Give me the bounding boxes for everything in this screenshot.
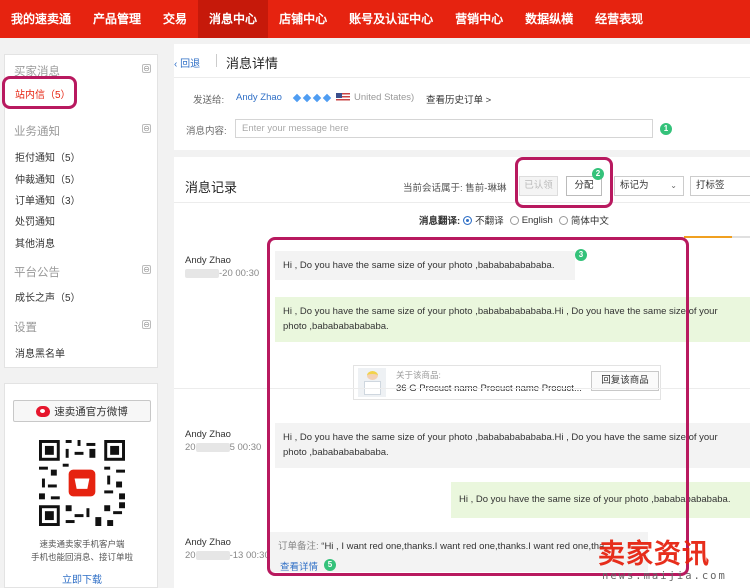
tag-label: 打标签: [696, 180, 725, 191]
records-title: 消息记录: [185, 180, 238, 195]
nav-product-management[interactable]: 产品管理: [82, 0, 152, 38]
mobile-app-panel: 速卖通官方微博 速卖通卖家手机客户端 手机也能回消息、接订单啦 立即下载: [4, 383, 158, 588]
breadcrumb-divider: [216, 54, 217, 67]
weibo-button[interactable]: 速卖通官方微博: [13, 400, 151, 422]
buyer-name-link[interactable]: Andy Zhao: [236, 92, 282, 103]
watermark-url: news.maijia.com: [602, 570, 727, 582]
nav-trade[interactable]: 交易: [152, 0, 198, 38]
message-time-prefix: 20: [185, 442, 196, 453]
message-time: 20 5 00:30: [185, 442, 261, 453]
divider: [174, 202, 750, 203]
sidebar-item-penalty[interactable]: 处罚通知: [15, 213, 55, 228]
app-caption-line2: 手机也能回消息、接订单啦: [30, 552, 133, 562]
chevron-down-icon: ⌄: [670, 181, 677, 190]
collapse-icon[interactable]: ⊖: [142, 265, 151, 274]
nav-performance[interactable]: 经营表现: [584, 0, 654, 38]
sidebar: 买家消息 ⊖ 站内信（5） 业务通知 ⊖ 拒付通知（5） 仲裁通知（5） 订单通…: [2, 54, 158, 368]
radio-no-translate[interactable]: [463, 215, 473, 225]
annotation-badge-1: 1: [660, 123, 672, 135]
message-time: 20 -13 00:30: [185, 550, 270, 561]
sidebar-item-arbitration[interactable]: 仲裁通知（5）: [15, 171, 81, 186]
sidebar-item-growth[interactable]: 成长之声（5）: [15, 289, 81, 304]
mark-as-select[interactable]: 标记为 ⌄: [614, 176, 684, 196]
back-link[interactable]: ‹ 回退: [174, 55, 200, 70]
message-content-label: 消息内容:: [186, 126, 227, 137]
watermark-logo: 卖家资讯 news.maijia.com: [590, 532, 750, 588]
buyer-level-diamond-icons: [292, 93, 332, 104]
translate-options: 消息翻译: 不翻译 English 简体中文: [419, 213, 609, 228]
weibo-button-label: 速卖通官方微博: [54, 405, 128, 418]
collapse-icon[interactable]: ⊖: [142, 320, 151, 329]
message-time-prefix: 20: [185, 550, 196, 561]
highlight-ring-conversation: [267, 237, 689, 576]
sidebar-group-announcements[interactable]: 平台公告: [14, 264, 60, 280]
nav-message-center[interactable]: 消息中心: [198, 0, 269, 38]
sidebar-item-blacklist[interactable]: 消息黑名单: [15, 345, 65, 360]
scroll-progress: [684, 236, 750, 238]
sidebar-item-order-notice[interactable]: 订单通知（3）: [15, 192, 81, 207]
highlight-ring-inbox: [2, 76, 77, 109]
message-time-text: -13 00:30: [229, 550, 270, 561]
message-time-text: -20 00:30: [219, 268, 260, 279]
collapse-icon[interactable]: ⊖: [142, 64, 151, 73]
message-detail-panel: ‹ 回退 消息详情 发送给: Andy Zhao United States) …: [174, 44, 750, 150]
nav-store-center[interactable]: 店铺中心: [268, 0, 338, 38]
message-time-text: 5 00:30: [229, 442, 262, 453]
send-to-label: 发送给:: [193, 95, 225, 106]
watermark-text: 卖家资讯: [598, 539, 710, 570]
us-flag-icon: [336, 92, 350, 103]
message-sender: Andy Zhao: [185, 429, 231, 440]
download-link[interactable]: 立即下载: [5, 571, 159, 586]
message-sender: Andy Zhao: [185, 537, 231, 548]
highlight-ring-assign: [515, 157, 613, 208]
nav-my-aliexpress[interactable]: 我的速卖通: [0, 0, 82, 38]
app-caption-line1: 速卖通卖家手机客户端: [39, 539, 125, 549]
message-time: -20 00:30: [185, 268, 259, 279]
divider: [174, 77, 750, 78]
radio-chinese[interactable]: [558, 215, 568, 225]
tag-select[interactable]: 打标签: [690, 176, 750, 196]
qr-code-icon: [39, 440, 125, 526]
sidebar-item-other[interactable]: 其他消息: [15, 235, 55, 250]
buyer-country: United States): [354, 92, 415, 103]
annotation-badge-2: 2: [592, 168, 604, 180]
weibo-icon: [36, 405, 51, 417]
translate-label: 消息翻译:: [419, 216, 461, 227]
order-history-link[interactable]: 查看历史订单 >: [426, 92, 491, 106]
nav-data-analytics[interactable]: 数据纵横: [514, 0, 584, 38]
sidebar-item-chargeback[interactable]: 拒付通知（5）: [15, 149, 81, 164]
nav-account-certification[interactable]: 账号及认证中心: [338, 0, 444, 38]
conversation-owner: 当前会话属于: 售前-琳琳: [403, 183, 507, 194]
option-chinese[interactable]: 简体中文: [571, 213, 609, 227]
annotation-badge-3: 3: [575, 249, 587, 261]
message-sender: Andy Zhao: [185, 255, 231, 266]
top-navigation: 我的速卖通 产品管理 交易 消息中心 店铺中心 账号及认证中心 营销中心 数据纵…: [0, 0, 750, 38]
mark-as-label: 标记为: [620, 180, 649, 191]
sidebar-group-settings[interactable]: 设置: [14, 319, 37, 335]
page-title: 消息详情: [226, 56, 279, 71]
nav-marketing-center[interactable]: 营销中心: [444, 0, 514, 38]
option-english[interactable]: English: [522, 215, 553, 226]
message-records-panel: 消息记录 当前会话属于: 售前-琳琳 已认领 分配 2 标记为 ⌄ 打标签 消息…: [174, 157, 750, 588]
sidebar-group-business-notices[interactable]: 业务通知: [14, 123, 60, 139]
radio-english[interactable]: [509, 215, 519, 225]
collapse-icon[interactable]: ⊖: [142, 124, 151, 133]
message-input[interactable]: Enter your message here: [235, 119, 653, 138]
option-no-translate[interactable]: 不翻译: [475, 213, 504, 227]
scroll-progress-fill: [684, 236, 732, 238]
